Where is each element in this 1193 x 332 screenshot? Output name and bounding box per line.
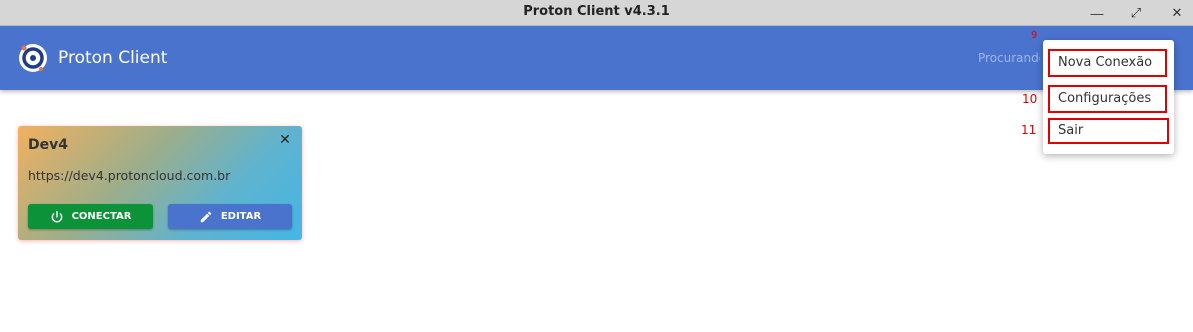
edit-button-label: EDITAR xyxy=(220,211,262,222)
proton-logo-icon xyxy=(19,44,47,72)
connect-button-label: CONECTAR xyxy=(71,211,132,222)
remove-connection-button[interactable]: ✕ xyxy=(277,131,293,147)
window-close-button[interactable]: ✕ xyxy=(1166,3,1188,23)
status-text: Procurando xyxy=(978,51,1040,65)
app-header: Proton Client Procurando xyxy=(0,26,1193,90)
annotation-marker: 10 xyxy=(1022,92,1038,106)
maximize-button[interactable]: ⤢ xyxy=(1125,3,1147,23)
connect-button[interactable]: CONECTAR xyxy=(28,204,153,229)
menu-item-exit[interactable]: Sair xyxy=(1048,118,1169,144)
menu-item-new-connection[interactable]: Nova Conexão xyxy=(1048,49,1167,77)
annotation-marker: 11 xyxy=(1021,123,1037,137)
annotation-marker: 9 xyxy=(1031,30,1038,41)
connection-url: https://dev4.protoncloud.com.br xyxy=(28,168,231,183)
dropdown-menu: Nova Conexão Configurações Sair xyxy=(1043,40,1174,154)
window-titlebar: Proton Client v4.3.1 — ⤢ ✕ xyxy=(0,0,1193,26)
menu-item-settings[interactable]: Configurações xyxy=(1048,85,1167,113)
pencil-icon xyxy=(200,211,212,222)
minimize-button[interactable]: — xyxy=(1086,3,1108,23)
window-title: Proton Client v4.3.1 xyxy=(523,4,670,19)
connection-name: Dev4 xyxy=(28,137,68,153)
power-icon xyxy=(51,210,62,222)
connection-card: Dev4 ✕ https://dev4.protoncloud.com.br C… xyxy=(18,126,302,240)
app-title: Proton Client xyxy=(58,48,168,68)
edit-button[interactable]: EDITAR xyxy=(168,204,292,229)
